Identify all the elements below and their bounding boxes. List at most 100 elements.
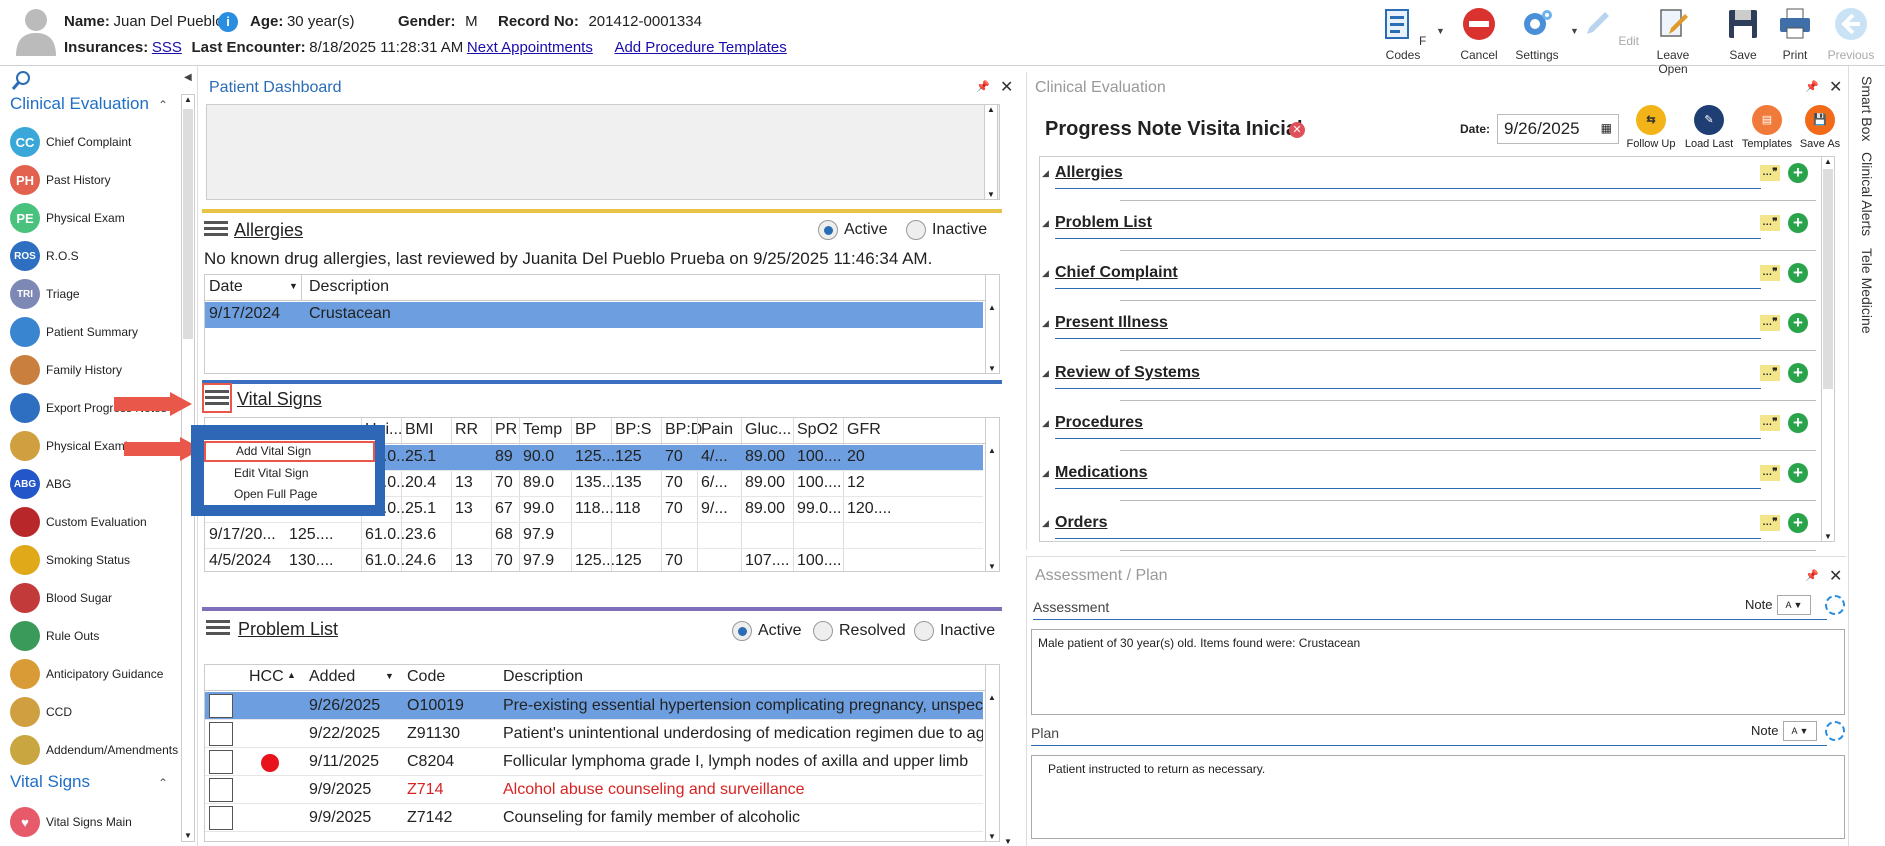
print-button[interactable]: Print (1764, 6, 1826, 62)
sidebar-item[interactable]: CCD (10, 694, 72, 730)
assessment-note-dropdown[interactable]: A ▼ (1777, 595, 1811, 615)
allergies-active-radio[interactable]: Active (818, 220, 888, 240)
clinical-section[interactable]: ◢ Chief Complaint …❞ + (1040, 258, 1816, 308)
vitals-col-header[interactable]: GFR (847, 421, 881, 439)
col-hcc[interactable]: HCC (249, 668, 284, 686)
collapse-vitals-icon[interactable]: ⌃ (158, 776, 168, 790)
dashboard-main-scrollbar[interactable]: ▼ (1002, 104, 1016, 846)
search-icon[interactable] (10, 70, 32, 92)
refresh-icon[interactable] (1825, 721, 1845, 741)
plan-textarea[interactable]: Patient instructed to return as necessar… (1031, 755, 1845, 839)
problems-resolved-radio[interactable]: Resolved (813, 621, 906, 641)
close-icon[interactable]: ✕ (1829, 77, 1842, 97)
problem-checkbox[interactable] (209, 778, 233, 802)
vitals-col-header[interactable]: BP (575, 421, 596, 439)
expand-icon[interactable]: ◢ (1042, 468, 1049, 479)
clinical-section-title[interactable]: Allergies (1055, 164, 1123, 182)
fcodes-dropdown-icon[interactable]: ▼ (1436, 26, 1445, 36)
vitals-col-header[interactable]: BMI (405, 421, 433, 439)
col-date[interactable]: Date (209, 278, 243, 296)
fcodes-button[interactable]: F Codes (1372, 6, 1434, 62)
add-icon[interactable]: + (1788, 463, 1808, 483)
clinical-section[interactable]: ◢ Medications …❞ + (1040, 458, 1816, 508)
expand-icon[interactable]: ◢ (1042, 318, 1049, 329)
quote-icon[interactable]: …❞ (1760, 165, 1780, 181)
menu-add-vital-sign[interactable]: Add Vital Sign (204, 441, 375, 462)
problem-checkbox[interactable] (209, 750, 233, 774)
tab-smart-box[interactable]: Smart Box (1859, 76, 1875, 141)
pin-icon[interactable]: 📌 (1805, 80, 1819, 93)
clinical-section-title[interactable]: Medications (1055, 464, 1147, 482)
expand-icon[interactable]: ◢ (1042, 418, 1049, 429)
add-icon[interactable]: + (1788, 163, 1808, 183)
assessment-textarea[interactable]: Male patient of 30 year(s) old. Items fo… (1031, 629, 1845, 715)
sidebar-item[interactable]: Physical Exami (10, 428, 127, 464)
info-icon[interactable]: i (218, 12, 238, 32)
quote-icon[interactable]: …❞ (1760, 515, 1780, 531)
vitals-col-header[interactable]: SpO2 (797, 421, 838, 439)
clinical-section-title[interactable]: Present Illness (1055, 314, 1168, 332)
problems-menu-icon[interactable] (206, 617, 230, 637)
sidebar-item-vital-signs-main[interactable]: ♥ Vital Signs Main (10, 804, 132, 840)
sidebar-item[interactable]: ABG ABG (10, 466, 71, 502)
problems-active-radio[interactable]: Active (732, 621, 802, 641)
menu-open-full-page[interactable]: Open Full Page (204, 484, 375, 505)
quote-icon[interactable]: …❞ (1760, 265, 1780, 281)
col-description[interactable]: Description (309, 278, 389, 296)
load-last-button[interactable]: ✎ Load Last (1681, 105, 1737, 150)
clinical-section-title[interactable]: Procedures (1055, 414, 1143, 432)
vitals-col-header[interactable]: RR (455, 421, 478, 439)
leave-open-button[interactable]: Leave Open (1642, 6, 1704, 76)
clinical-section[interactable]: ◢ Present Illness …❞ + (1040, 308, 1816, 358)
vitals-col-header[interactable]: Gluc... (745, 421, 791, 439)
next-appointments-link[interactable]: Next Appointments (467, 39, 593, 56)
collapse-clinical-icon[interactable]: ⌃ (158, 98, 168, 112)
plan-note-dropdown[interactable]: A ▼ (1783, 721, 1817, 741)
tab-clinical-alerts[interactable]: Clinical Alerts (1859, 152, 1875, 236)
settings-button[interactable]: Settings (1506, 6, 1568, 62)
cancel-button[interactable]: Cancel (1448, 6, 1510, 62)
sort-icon[interactable]: ▲ (287, 670, 296, 680)
allergies-scrollbar[interactable]: ▲ ▼ (985, 275, 999, 373)
calendar-icon[interactable]: ▦ (1601, 121, 1612, 135)
add-icon[interactable]: + (1788, 363, 1808, 383)
sidebar-item[interactable]: Blood Sugar (10, 580, 112, 616)
close-icon[interactable]: ✕ (1000, 77, 1013, 97)
col-description[interactable]: Description (503, 668, 583, 686)
close-icon[interactable]: ✕ (1829, 566, 1842, 586)
allergies-title[interactable]: Allergies (234, 220, 303, 241)
sidebar-item[interactable]: CC Chief Complaint (10, 124, 131, 160)
pin-icon[interactable]: 📌 (1805, 569, 1819, 582)
collapse-sidebar-icon[interactable]: ◀ (184, 72, 192, 83)
dashboard-scrollbar[interactable]: ▲ ▼ (984, 104, 998, 200)
sidebar-item[interactable]: Patient Summary (10, 314, 138, 350)
sidebar-item[interactable]: TRI Triage (10, 276, 80, 312)
vitals-title[interactable]: Vital Signs (237, 389, 322, 410)
clinical-section[interactable]: ◢ Procedures …❞ + (1040, 408, 1816, 458)
sidebar-item[interactable]: Anticipatory Guidance (10, 656, 163, 692)
pin-icon[interactable]: 📌 (976, 80, 990, 93)
clinical-section[interactable]: ◢ Orders …❞ + (1040, 508, 1816, 558)
add-icon[interactable]: + (1788, 513, 1808, 533)
sidebar-item[interactable]: Smoking Status (10, 542, 130, 578)
sidebar-item[interactable]: PE Physical Exam (10, 200, 125, 236)
vitals-scrollbar[interactable]: ▲ ▼ (985, 418, 999, 571)
clinical-section[interactable]: ◢ Allergies …❞ + (1040, 158, 1816, 208)
clinical-section[interactable]: ◢ Problem List …❞ + (1040, 208, 1816, 258)
clinical-section-title[interactable]: Review of Systems (1055, 364, 1200, 382)
clinical-section-title[interactable]: Problem List (1055, 214, 1152, 232)
quote-icon[interactable]: …❞ (1760, 215, 1780, 231)
quote-icon[interactable]: …❞ (1760, 315, 1780, 331)
allergies-inactive-radio[interactable]: Inactive (906, 220, 987, 240)
clinical-section-title[interactable]: Orders (1055, 514, 1107, 532)
expand-icon[interactable]: ◢ (1042, 218, 1049, 229)
problem-checkbox[interactable] (209, 806, 233, 830)
section-vital-signs[interactable]: Vital Signs (10, 772, 90, 792)
problems-inactive-radio[interactable]: Inactive (914, 621, 995, 641)
allergies-menu-icon[interactable] (204, 218, 228, 238)
expand-icon[interactable]: ◢ (1042, 518, 1049, 529)
remove-note-icon[interactable]: ✕ (1289, 122, 1305, 138)
add-icon[interactable]: + (1788, 263, 1808, 283)
problems-scrollbar[interactable]: ▲ ▼ (985, 665, 999, 841)
vitals-col-header[interactable]: Pain (701, 421, 733, 439)
